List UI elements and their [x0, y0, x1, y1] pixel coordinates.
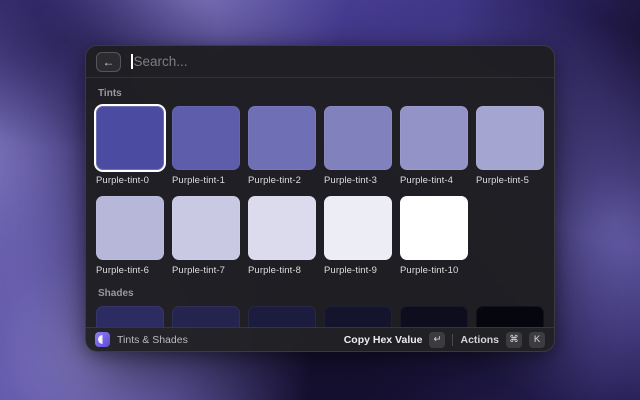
section-label-tints: Tints [98, 88, 544, 99]
back-button[interactable]: ← [96, 52, 121, 72]
swatch-purple-tint-3[interactable]: Purple-tint-3 [324, 106, 392, 186]
color-swatch [324, 306, 392, 327]
swatch-label: Purple-tint-7 [172, 265, 240, 276]
app-name: Tints & Shades [117, 334, 188, 346]
search-bar: ← Search... [86, 46, 554, 78]
command-key-icon[interactable]: ⌘ [506, 332, 522, 348]
text-caret [131, 54, 133, 69]
swatch-label: Purple-tint-9 [324, 265, 392, 276]
tints-shades-palette-window: ← Search... Tints Purple-tint-0 Purple-t… [85, 45, 555, 352]
color-swatch [248, 196, 316, 260]
swatch-label: Purple-tint-10 [400, 265, 468, 276]
actions-menu-button[interactable]: Actions [460, 334, 499, 346]
swatch-purple-tint-8[interactable]: Purple-tint-8 [248, 196, 316, 276]
swatch-purple-shade-3[interactable] [324, 306, 392, 327]
swatch-purple-shade-5[interactable] [476, 306, 544, 327]
swatch-purple-tint-7[interactable]: Purple-tint-7 [172, 196, 240, 276]
color-swatch [476, 106, 544, 170]
color-swatch [324, 106, 392, 170]
color-swatch [96, 106, 164, 170]
copy-hex-value-action[interactable]: Copy Hex Value [344, 334, 423, 346]
color-swatch [400, 196, 468, 260]
color-swatch [248, 306, 316, 327]
section-label-shades: Shades [98, 288, 544, 299]
swatch-purple-tint-1[interactable]: Purple-tint-1 [172, 106, 240, 186]
color-swatch [324, 196, 392, 260]
action-bar: Tints & Shades Copy Hex Value ↵ Actions … [86, 327, 554, 351]
swatch-label: Purple-tint-8 [248, 265, 316, 276]
color-swatch [400, 106, 468, 170]
search-placeholder: Search... [134, 54, 188, 69]
k-key-icon[interactable]: K [529, 332, 545, 348]
footer-actions: Copy Hex Value ↵ Actions ⌘ K [344, 332, 545, 348]
back-arrow-icon: ← [103, 53, 115, 71]
swatch-label: Purple-tint-2 [248, 175, 316, 186]
swatch-label: Purple-tint-5 [476, 175, 544, 186]
color-swatch [400, 306, 468, 327]
swatch-purple-tint-4[interactable]: Purple-tint-4 [400, 106, 468, 186]
swatch-purple-tint-9[interactable]: Purple-tint-9 [324, 196, 392, 276]
swatch-purple-tint-10[interactable]: Purple-tint-10 [400, 196, 468, 276]
search-input[interactable]: Search... [131, 54, 544, 69]
swatch-purple-tint-6[interactable]: Purple-tint-6 [96, 196, 164, 276]
color-swatch [172, 106, 240, 170]
color-swatch [172, 196, 240, 260]
swatch-purple-shade-2[interactable] [248, 306, 316, 327]
swatch-purple-shade-4[interactable] [400, 306, 468, 327]
color-swatch [248, 106, 316, 170]
swatch-purple-shade-0[interactable] [96, 306, 164, 327]
color-swatch [476, 306, 544, 327]
results-area: Tints Purple-tint-0 Purple-tint-1 Purple… [86, 78, 554, 327]
swatch-purple-shade-1[interactable] [172, 306, 240, 327]
footer-divider [452, 334, 453, 346]
tints-shades-app-icon [95, 332, 110, 347]
swatch-purple-tint-5[interactable]: Purple-tint-5 [476, 106, 544, 186]
shades-grid [96, 306, 544, 327]
color-swatch [96, 196, 164, 260]
swatch-label: Purple-tint-3 [324, 175, 392, 186]
color-swatch [96, 306, 164, 327]
swatch-label: Purple-tint-6 [96, 265, 164, 276]
swatch-label: Purple-tint-0 [96, 175, 164, 186]
enter-key-icon[interactable]: ↵ [429, 332, 445, 348]
tints-grid: Purple-tint-0 Purple-tint-1 Purple-tint-… [96, 106, 544, 276]
swatch-purple-tint-2[interactable]: Purple-tint-2 [248, 106, 316, 186]
swatch-label: Purple-tint-1 [172, 175, 240, 186]
swatch-label: Purple-tint-4 [400, 175, 468, 186]
swatch-purple-tint-0[interactable]: Purple-tint-0 [96, 106, 164, 186]
color-swatch [172, 306, 240, 327]
